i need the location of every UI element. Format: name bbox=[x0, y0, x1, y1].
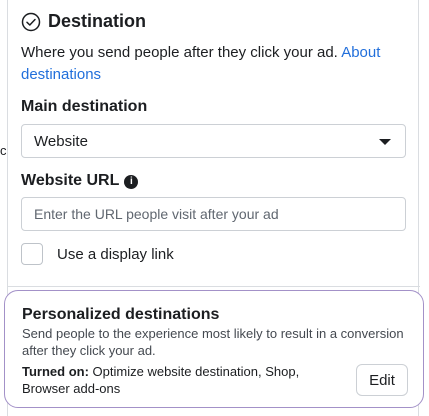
caret-down-icon bbox=[379, 139, 391, 145]
destination-title: Destination bbox=[48, 11, 147, 31]
main-destination-selected: Website bbox=[34, 132, 88, 150]
status-label: Turned on: bbox=[22, 364, 89, 379]
check-circle-icon bbox=[21, 12, 41, 32]
website-url-input[interactable] bbox=[21, 197, 406, 231]
display-link-checkbox[interactable] bbox=[21, 243, 43, 265]
display-link-option[interactable]: Use a display link bbox=[21, 243, 174, 265]
info-icon[interactable]: i bbox=[124, 175, 139, 189]
main-destination-dropdown[interactable]: Website bbox=[21, 124, 406, 158]
destination-header: Destination bbox=[21, 11, 146, 32]
personalized-destinations-title: Personalized destinations bbox=[22, 306, 220, 323]
website-url-heading: Website URL i bbox=[21, 172, 139, 190]
personalized-destinations-status: Turned on: Optimize website destination,… bbox=[22, 363, 342, 397]
personalized-destinations-description: Send people to the experience most likel… bbox=[22, 326, 404, 358]
cropped-text-fragment: c bbox=[0, 143, 7, 158]
display-link-label: Use a display link bbox=[57, 245, 174, 263]
personalized-destinations-panel: Personalized destinations Send people to… bbox=[4, 290, 424, 408]
section-divider bbox=[8, 286, 420, 287]
destination-description-text: Where you send people after they click y… bbox=[21, 44, 338, 61]
main-destination-label: Main destination bbox=[21, 98, 148, 115]
website-url-label: Website URL bbox=[21, 172, 120, 189]
destination-description: Where you send people after they click y… bbox=[21, 42, 411, 86]
edit-button[interactable]: Edit bbox=[356, 364, 408, 396]
